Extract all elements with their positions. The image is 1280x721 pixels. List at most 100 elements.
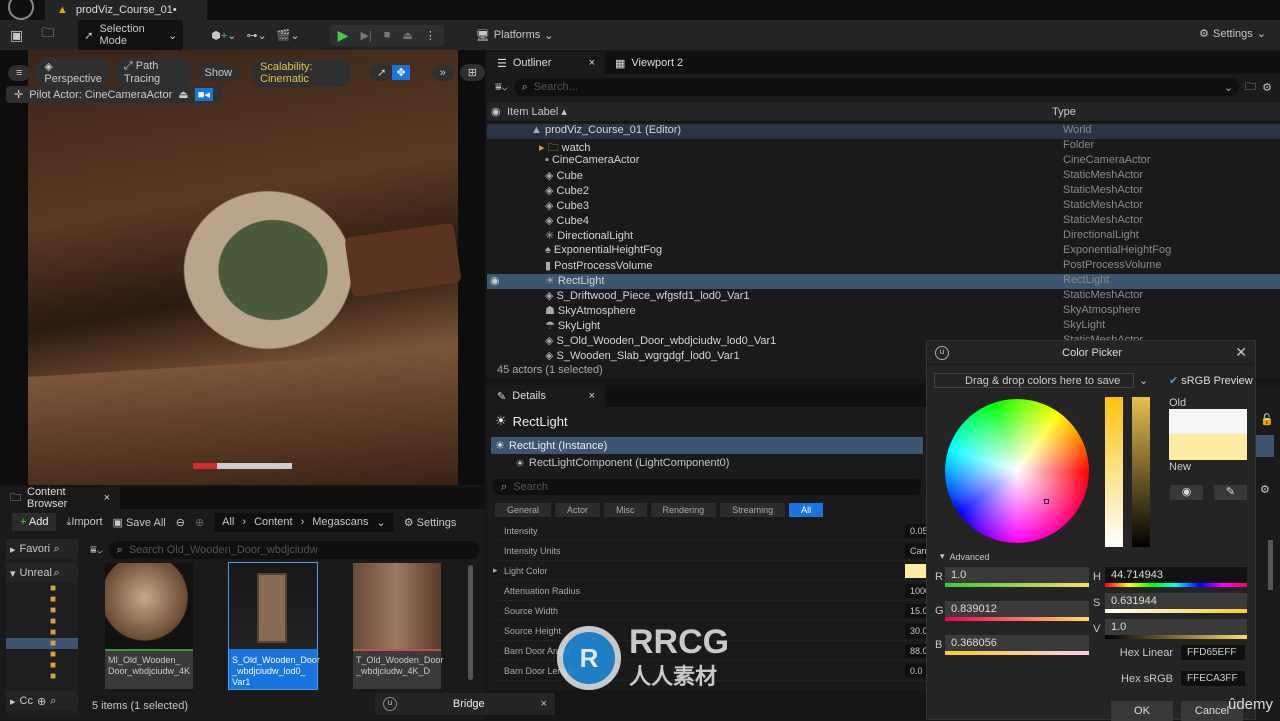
visibility-slot[interactable] xyxy=(487,289,503,304)
green-field[interactable]: 0.839012 xyxy=(945,601,1089,617)
back-icon[interactable]: ⊖ xyxy=(176,516,185,529)
breadcrumb-megascans[interactable]: Megascans xyxy=(312,516,368,528)
color-wheel[interactable] xyxy=(945,399,1089,543)
visibility-slot[interactable] xyxy=(487,334,503,349)
breadcrumb-all[interactable]: All xyxy=(222,516,234,528)
visibility-header-icon[interactable]: ◉ xyxy=(491,105,507,118)
platforms-dropdown[interactable]: 🖥 Platforms ⌄ xyxy=(476,29,554,42)
collections-section[interactable]: ▸ Cc ⊕ ⌕ xyxy=(6,691,78,711)
filter-icon[interactable]: ⩸⌄ xyxy=(90,544,103,557)
chevron-down-icon[interactable]: ⌄ xyxy=(1139,374,1148,387)
cinematics-icon[interactable]: 🎬⌄ xyxy=(277,29,300,42)
blue-field[interactable]: 0.368056 xyxy=(945,635,1089,651)
asset-scrollbar[interactable] xyxy=(468,565,473,680)
asset-search-input[interactable]: ⌕ Search Old_Wooden_Door_wbdjciudw xyxy=(108,541,480,559)
outliner-search-input[interactable]: ⌕ Search... ⌄ xyxy=(513,78,1240,96)
bridge-tab[interactable]: u Bridge × xyxy=(375,693,555,715)
unreal-section[interactable]: ▾ Unreal ⌕ xyxy=(6,563,78,583)
selection-mode-dropdown[interactable]: ➚ Selection Mode ⌄ xyxy=(78,20,184,50)
details-search-input[interactable]: ⌕ Search xyxy=(493,479,921,495)
search-icon[interactable]: ⌕ xyxy=(54,567,60,580)
filter-tab-actor[interactable]: Actor xyxy=(555,503,601,517)
expand-icon[interactable]: » xyxy=(431,64,454,81)
visibility-slot[interactable] xyxy=(487,154,503,169)
pilot-actor-bar[interactable]: ✛ Pilot Actor: CineCameraActor ⏏ ■◂ xyxy=(6,86,221,103)
breadcrumb-content[interactable]: Content xyxy=(254,516,293,528)
type-header[interactable]: Type xyxy=(1052,106,1076,118)
visibility-slot[interactable] xyxy=(487,319,503,334)
translate-tool-icon[interactable]: ✥ xyxy=(392,65,410,80)
visibility-slot[interactable] xyxy=(487,244,503,259)
outliner-row[interactable]: ☂ SkyLight SkyLight xyxy=(487,319,1280,334)
favorites-section[interactable]: ▸ Favorites⌕ xyxy=(6,539,78,559)
ok-button[interactable]: OK xyxy=(1111,701,1173,721)
color-swatch-drop-zone[interactable]: Drag & drop colors here to save xyxy=(934,373,1134,388)
hue-field[interactable]: 44.714943 xyxy=(1105,567,1247,583)
visibility-eye-icon[interactable]: ◉ xyxy=(487,274,503,289)
layout-icon[interactable]: ⊞ xyxy=(459,64,485,81)
outliner-row[interactable]: ▪ CineCameraActor CineCameraActor xyxy=(487,154,1280,169)
show-button[interactable]: Show xyxy=(196,64,241,81)
expand-arrow-icon[interactable]: ▸ xyxy=(493,565,498,576)
outliner-row[interactable]: ♠ ExponentialHeightFog ExponentialHeightF… xyxy=(487,244,1280,259)
tab-details[interactable]: ✎ Details × xyxy=(487,385,605,407)
srgb-preview-checkbox[interactable]: ✔ sRGB Preview xyxy=(1169,374,1253,388)
search-icon[interactable]: ⌕ xyxy=(54,543,60,556)
document-tab[interactable]: ▲ prodViz_Course_01• xyxy=(45,0,207,20)
visibility-slot[interactable] xyxy=(487,304,503,319)
hex-srgb-field[interactable]: FFECA3FF xyxy=(1181,671,1245,686)
play-icon[interactable]: ▶ xyxy=(338,27,349,44)
asset-tile[interactable]: T_Old_Wooden_Door _wbdjciudw_4K_D xyxy=(353,563,443,689)
level-viewport[interactable]: ≡ ◈ Perspective ⤢ Path Tracing Show Scal… xyxy=(0,50,485,485)
outliner-row[interactable]: ✳ DirectionalLight DirectionalLight xyxy=(487,229,1280,244)
tab-viewport-2[interactable]: ▦ Viewport 2 xyxy=(605,52,693,74)
item-label-header[interactable]: Item Label ▴ xyxy=(507,105,1052,118)
outliner-row[interactable]: ▲ prodViz_Course_01 (Editor) World xyxy=(487,124,1280,139)
blueprint-icon[interactable]: ⊶⌄ xyxy=(247,29,267,42)
save-all-button[interactable]: ▣ Save All xyxy=(113,516,166,529)
filter-tab-misc[interactable]: Misc xyxy=(604,503,647,517)
stop-icon[interactable]: ■ xyxy=(384,29,391,41)
value-field[interactable]: 1.0 xyxy=(1105,619,1247,635)
close-icon[interactable]: × xyxy=(541,698,547,710)
filter-tab-all[interactable]: All xyxy=(789,503,824,517)
saturation-slider[interactable] xyxy=(1105,397,1123,547)
visibility-slot[interactable] xyxy=(487,349,503,364)
close-icon[interactable]: × xyxy=(589,57,595,69)
visibility-slot[interactable] xyxy=(487,169,503,184)
component-row[interactable]: ☀ RectLightComponent (LightComponent0) xyxy=(487,454,927,472)
camera-icon[interactable]: ■◂ xyxy=(194,88,213,101)
details-scrollbar[interactable] xyxy=(1268,540,1273,590)
scalability-button[interactable]: Scalability: Cinematic xyxy=(252,58,352,87)
search-icon[interactable]: ⌕ xyxy=(50,695,56,708)
outliner-row[interactable]: ◈ Cube3 StaticMeshActor xyxy=(487,199,1280,214)
gear-icon[interactable]: ⚙ xyxy=(1262,81,1272,94)
lock-icon[interactable]: 🔓 xyxy=(1260,413,1274,426)
visibility-slot[interactable] xyxy=(487,184,503,199)
blueprint-button[interactable] xyxy=(1256,435,1274,457)
outliner-row[interactable]: ◈ Cube2 StaticMeshActor xyxy=(487,184,1280,199)
color-wheel-mode-button[interactable]: ◉ xyxy=(1170,485,1203,500)
outliner-row[interactable]: ▮ PostProcessVolume PostProcessVolume xyxy=(487,259,1280,274)
visibility-slot[interactable] xyxy=(487,259,503,274)
visibility-slot[interactable] xyxy=(487,124,503,139)
eject-pilot-icon[interactable]: ⏏ xyxy=(178,88,188,101)
path-tracing-button[interactable]: ⤢ Path Tracing xyxy=(115,58,191,87)
visibility-slot[interactable] xyxy=(487,199,503,214)
visibility-slot[interactable] xyxy=(487,229,503,244)
import-button[interactable]: ⤓Import xyxy=(66,516,102,529)
select-tool-icon[interactable]: ➚ xyxy=(369,64,395,81)
outliner-row[interactable]: ▸ 🗀 watch Folder xyxy=(487,139,1280,154)
outliner-row[interactable]: ◈ Cube4 StaticMeshActor xyxy=(487,214,1280,229)
more-icon[interactable]: ⋮ xyxy=(425,29,436,42)
close-icon[interactable]: ✕ xyxy=(1235,344,1247,361)
component-instance-row[interactable]: ☀ RectLight (Instance) xyxy=(491,437,923,454)
hex-linear-field[interactable]: FFD65EFF xyxy=(1181,645,1245,660)
browse-icon[interactable]: 🗀 xyxy=(41,24,54,46)
eyedropper-button[interactable]: ✎ xyxy=(1214,485,1247,500)
settings-button[interactable]: ⚙ Settings xyxy=(404,516,457,529)
settings-dropdown[interactable]: ⚙ Settings ⌄ xyxy=(1199,27,1266,41)
add-collection-icon[interactable]: ⊕ xyxy=(37,695,46,708)
tab-outliner[interactable]: ☰ Outliner × xyxy=(487,52,605,74)
add-button[interactable]: + Add xyxy=(12,513,57,531)
